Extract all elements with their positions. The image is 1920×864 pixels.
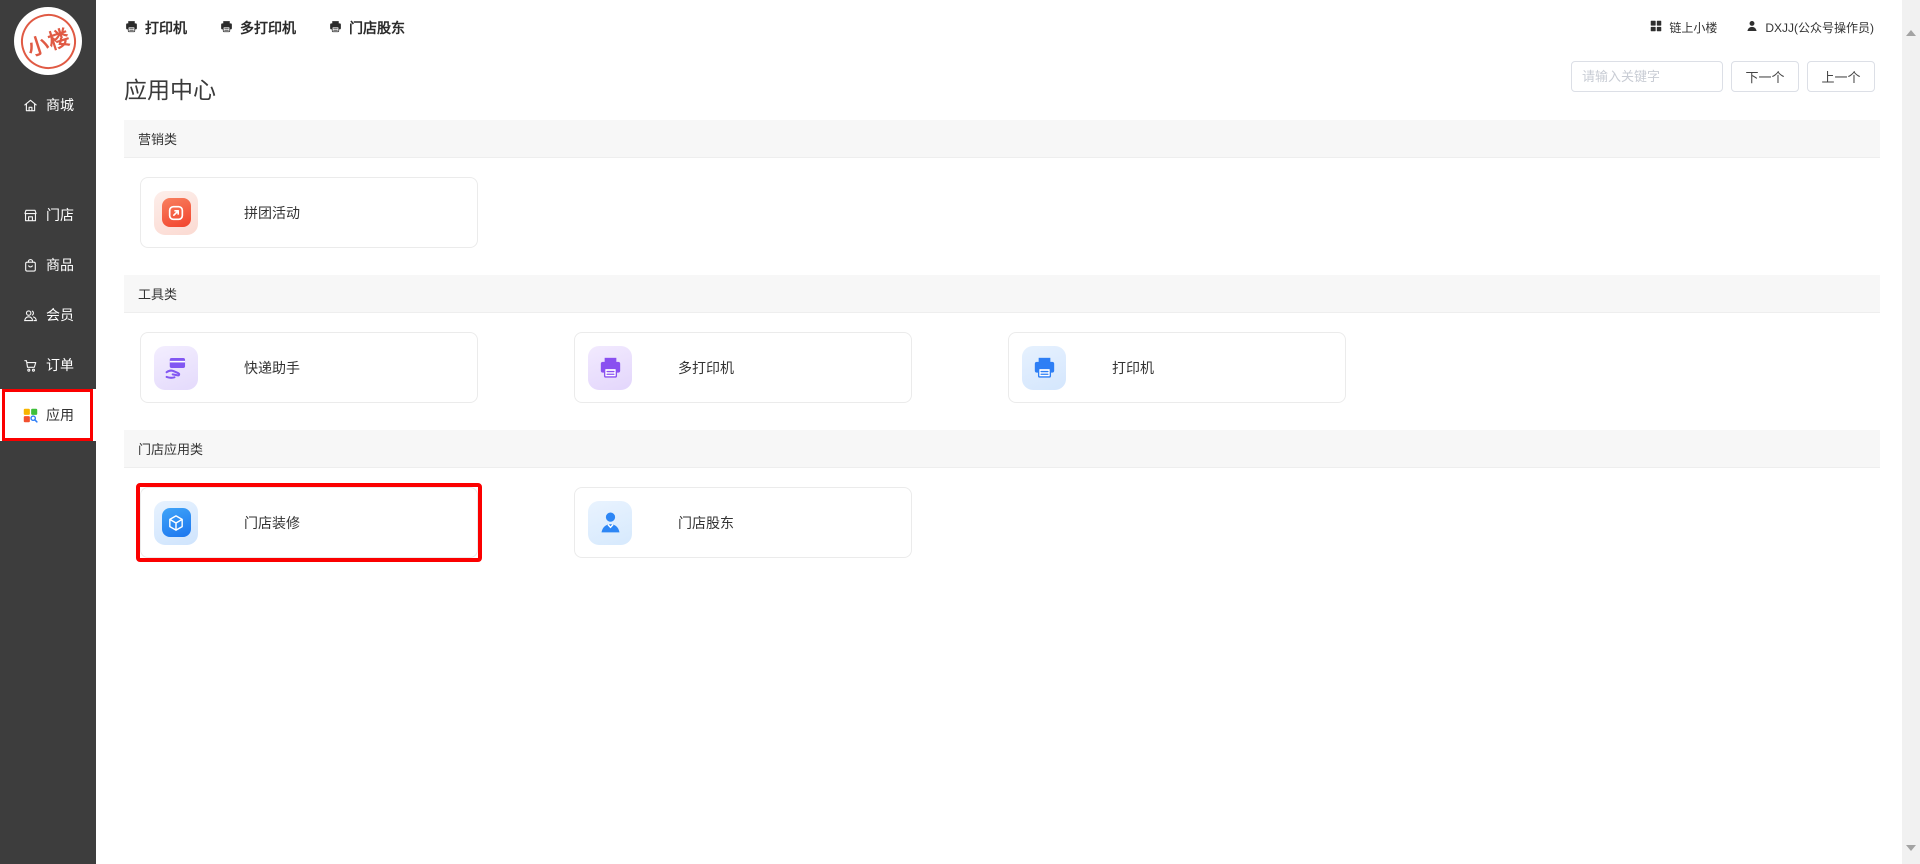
scroll-up-icon[interactable] bbox=[1906, 30, 1916, 36]
section-cards: 门店装修 门店股东 bbox=[124, 468, 1880, 585]
logo-stamp: 小楼 bbox=[13, 6, 82, 75]
app-name: 多打印机 bbox=[678, 358, 734, 378]
app-tile bbox=[588, 346, 632, 390]
tab-label: 多打印机 bbox=[240, 18, 296, 38]
sidebar-item-label: 商品 bbox=[46, 255, 74, 275]
next-button[interactable]: 下一个 bbox=[1731, 61, 1799, 92]
user-label: DXJJ(公众号操作员) bbox=[1765, 19, 1874, 36]
app-name: 打印机 bbox=[1112, 358, 1154, 378]
apps-grid-icon bbox=[22, 407, 39, 424]
app-tile bbox=[154, 346, 198, 390]
app-name: 快递助手 bbox=[244, 358, 300, 378]
printer-icon bbox=[328, 19, 343, 37]
tab-multi-printer[interactable]: 多打印机 bbox=[219, 18, 296, 38]
app-card-group-buying[interactable]: 拼团活动 bbox=[140, 177, 478, 248]
app-window: 小楼 商城门店商品会员订单应用 打印机多打印机门店股东 链上小楼 DXJJ(公众… bbox=[0, 0, 1920, 864]
org-grid-icon bbox=[1649, 19, 1663, 36]
section-header: 工具类 bbox=[124, 275, 1880, 313]
app-tile bbox=[154, 501, 198, 545]
members-icon bbox=[22, 307, 39, 324]
section-title: 工具类 bbox=[138, 284, 177, 303]
app-card-multi-printer[interactable]: 多打印机 bbox=[574, 332, 912, 403]
logo-text: 小楼 bbox=[22, 20, 73, 62]
sidebar-item-label: 应用 bbox=[46, 405, 74, 425]
goods-bag-icon bbox=[22, 257, 39, 274]
tab-label: 打印机 bbox=[145, 18, 187, 38]
storefront-icon bbox=[22, 207, 39, 224]
main-content: 应用中心 营销类拼团活动工具类快递助手多打印机打印机门店应用类门店装修门店股东 bbox=[96, 55, 1902, 864]
app-name: 门店装修 bbox=[244, 513, 300, 533]
topbar-tabs: 打印机 多打印机 门店股东 bbox=[124, 18, 405, 38]
sidebar-item-members[interactable]: 会员 bbox=[0, 290, 96, 340]
section-header: 营销类 bbox=[124, 120, 1880, 158]
scrollbar[interactable] bbox=[1902, 0, 1920, 864]
section-header: 门店应用类 bbox=[124, 430, 1880, 468]
sidebar: 小楼 商城门店商品会员订单应用 bbox=[0, 0, 96, 864]
app-card-store-decoration[interactable]: 门店装修 bbox=[140, 487, 478, 558]
org-label: 链上小楼 bbox=[1669, 19, 1717, 36]
section-cards: 拼团活动 bbox=[124, 158, 1880, 275]
sidebar-item-label: 门店 bbox=[46, 205, 74, 225]
sidebar-item-apps[interactable]: 应用 bbox=[0, 389, 96, 441]
app-card-delivery-helper[interactable]: 快递助手 bbox=[140, 332, 478, 403]
sidebar-item-goods[interactable]: 商品 bbox=[0, 240, 96, 290]
app-tile bbox=[588, 501, 632, 545]
sidebar-item-label: 商城 bbox=[46, 95, 74, 115]
sidebar-item-label: 会员 bbox=[46, 305, 74, 325]
user-icon bbox=[1745, 19, 1759, 36]
sidebar-item-mall[interactable]: 商城 bbox=[0, 80, 96, 130]
section-title: 营销类 bbox=[138, 129, 177, 148]
prev-button[interactable]: 上一个 bbox=[1807, 61, 1875, 92]
org-switcher[interactable]: 链上小楼 bbox=[1649, 19, 1717, 36]
section-title: 门店应用类 bbox=[138, 439, 203, 458]
search-input[interactable] bbox=[1571, 61, 1723, 92]
app-logo[interactable]: 小楼 bbox=[14, 7, 82, 75]
tab-printer[interactable]: 打印机 bbox=[124, 18, 187, 38]
app-tile bbox=[154, 191, 198, 235]
app-tile bbox=[1022, 346, 1066, 390]
topbar: 打印机 多打印机 门店股东 链上小楼 DXJJ(公众号操作员) bbox=[96, 0, 1902, 55]
printer-icon bbox=[219, 19, 234, 37]
user-menu[interactable]: DXJJ(公众号操作员) bbox=[1745, 19, 1874, 36]
tab-store-shareholder[interactable]: 门店股东 bbox=[328, 18, 405, 38]
cart-icon bbox=[22, 357, 39, 374]
topbar-right: 链上小楼 DXJJ(公众号操作员) bbox=[1649, 19, 1902, 36]
tab-label: 门店股东 bbox=[349, 18, 405, 38]
sidebar-item-store[interactable]: 门店 bbox=[0, 190, 96, 240]
scroll-down-icon[interactable] bbox=[1906, 845, 1916, 851]
section-cards: 快递助手 多打印机 打印机 bbox=[124, 313, 1880, 430]
printer-icon bbox=[124, 19, 139, 37]
sidebar-item-orders[interactable]: 订单 bbox=[0, 340, 96, 390]
cube-icon bbox=[162, 508, 191, 537]
app-name: 门店股东 bbox=[678, 513, 734, 533]
app-card-store-shareholder[interactable]: 门店股东 bbox=[574, 487, 912, 558]
page-tools: 下一个 上一个 bbox=[1571, 61, 1875, 92]
app-name: 拼团活动 bbox=[244, 203, 300, 223]
launch-arrow-icon bbox=[162, 198, 191, 227]
home-icon bbox=[22, 97, 39, 114]
sidebar-item-label: 订单 bbox=[46, 355, 74, 375]
app-card-printer[interactable]: 打印机 bbox=[1008, 332, 1346, 403]
